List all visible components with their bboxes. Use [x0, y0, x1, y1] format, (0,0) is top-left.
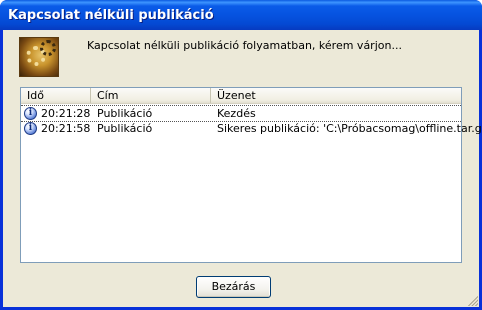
log-list-header: Idő Cím Üzenet	[21, 88, 461, 104]
info-icon: i	[24, 122, 37, 135]
column-header-title[interactable]: Cím	[91, 88, 211, 103]
log-list[interactable]: Idő Cím Üzenet i 20:21:28 Publikáció Kez…	[20, 87, 482, 263]
gear-icon	[40, 40, 56, 56]
info-icon: i	[24, 107, 37, 120]
row-message: Kezdés	[217, 107, 256, 120]
row-time: 20:21:28	[41, 107, 91, 120]
row-message: Sikeres publikáció: 'C:\Próbacsomag\offl…	[217, 122, 482, 135]
resize-grip-icon[interactable]	[466, 294, 478, 306]
publication-dialog: Kapcsolat nélküli publikáció Kapcsolat n…	[0, 0, 482, 310]
column-header-message[interactable]: Üzenet	[211, 88, 461, 103]
close-button[interactable]: Bezárás	[196, 276, 271, 298]
row-title: Publikáció	[97, 107, 153, 120]
status-message: Kapcsolat nélküli publikáció folyamatban…	[87, 39, 402, 52]
title-bar[interactable]: Kapcsolat nélküli publikáció	[0, 0, 482, 30]
row-time: 20:21:58	[41, 122, 91, 135]
table-row[interactable]: i 20:21:28 Publikáció Kezdés	[21, 105, 461, 122]
column-header-time[interactable]: Idő	[21, 88, 91, 103]
publication-banner-icon	[19, 37, 59, 77]
window-title: Kapcsolat nélküli publikáció	[8, 8, 214, 23]
row-title: Publikáció	[97, 122, 153, 135]
table-row[interactable]: i 20:21:58 Publikáció Sikeres publikáció…	[21, 121, 482, 136]
